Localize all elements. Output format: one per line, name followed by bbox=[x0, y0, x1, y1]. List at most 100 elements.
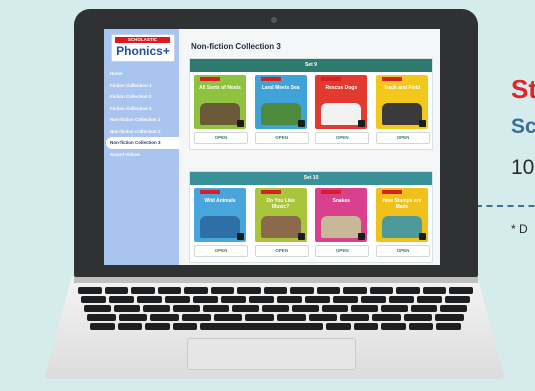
cover-illustration bbox=[200, 103, 240, 125]
book-card: Snakes OPEN bbox=[315, 188, 370, 257]
book-cover[interactable]: Rescue Dogs bbox=[315, 75, 368, 129]
keyboard-row bbox=[78, 287, 473, 294]
sidebar: SCHOLASTIC Phonics+ Home Fiction Collecti… bbox=[104, 29, 179, 265]
book-cover[interactable]: Land Meets Sea bbox=[254, 75, 307, 129]
promo-headline: St bbox=[511, 74, 535, 104]
open-button[interactable]: OPEN bbox=[315, 245, 370, 257]
open-external-icon bbox=[358, 120, 366, 127]
keyboard-key bbox=[131, 287, 155, 294]
brand-tag bbox=[200, 77, 220, 81]
keyboard-key bbox=[245, 314, 275, 321]
keyboard-row bbox=[81, 296, 470, 303]
book-cover[interactable]: Wild Animals bbox=[194, 188, 246, 242]
keyboard-key bbox=[340, 314, 370, 321]
open-external-icon bbox=[418, 120, 426, 127]
keyboard-key bbox=[389, 296, 414, 303]
keyboard-key bbox=[232, 305, 260, 312]
book-row: All Sorts of Nests OPEN Land Meets Sea OPEN… bbox=[194, 75, 430, 144]
brand-tag bbox=[321, 77, 342, 81]
open-button[interactable]: OPEN bbox=[254, 132, 309, 144]
keyboard-key bbox=[113, 305, 141, 312]
keyboard-key bbox=[172, 323, 198, 330]
logo[interactable]: SCHOLASTIC Phonics+ bbox=[111, 34, 175, 62]
keyboard-key bbox=[290, 287, 314, 294]
keyboard-key bbox=[308, 314, 338, 321]
laptop-hinge bbox=[74, 277, 478, 283]
open-button[interactable]: OPEN bbox=[194, 245, 248, 257]
keyboard-key bbox=[440, 305, 467, 312]
sidebar-item[interactable]: Fiction Collection 1 bbox=[104, 80, 179, 92]
promo-count: 10 bbox=[511, 156, 535, 179]
cover-illustration bbox=[321, 216, 362, 238]
sidebar-item[interactable]: Non-fiction Collection 2 bbox=[104, 126, 179, 138]
keyboard-key bbox=[408, 323, 434, 330]
set-panel: Set 9 All Sorts of Nests OPEN Land Meets Se… bbox=[189, 58, 433, 150]
trackpad bbox=[187, 338, 356, 370]
keyboard-key bbox=[396, 287, 420, 294]
keyboard-key bbox=[417, 296, 442, 303]
brand-tag bbox=[381, 77, 402, 81]
keyboard-key bbox=[221, 296, 246, 303]
keyboard-key bbox=[109, 296, 134, 303]
keyboard-key bbox=[118, 314, 148, 321]
keyboard-key bbox=[305, 296, 330, 303]
open-button[interactable]: OPEN bbox=[254, 245, 309, 257]
keyboard-key bbox=[380, 305, 408, 312]
keyboard-key bbox=[381, 323, 406, 330]
open-button[interactable]: OPEN bbox=[315, 132, 370, 144]
keyboard-key bbox=[343, 287, 367, 294]
book-cover[interactable]: All Sorts of Nests bbox=[194, 75, 246, 129]
keyboard-key bbox=[326, 323, 351, 330]
keyboard-key bbox=[81, 296, 106, 303]
book-title: Land Meets Sea bbox=[261, 85, 300, 91]
sidebar-item[interactable]: Non-fiction Collection 1 bbox=[104, 114, 179, 126]
book-title: Track and Field bbox=[383, 85, 421, 91]
book-cover[interactable]: Do You Like Music? bbox=[254, 188, 307, 242]
brand-tag bbox=[260, 190, 281, 194]
sidebar-item[interactable]: Non-fiction Collection 3 bbox=[106, 137, 179, 149]
open-external-icon bbox=[358, 233, 366, 240]
keyboard-key bbox=[150, 314, 180, 321]
keyboard-key bbox=[321, 305, 349, 312]
keyboard-key bbox=[90, 323, 115, 330]
book-row: Wild Animals OPEN Do You Like Music? OPEN Sn… bbox=[194, 188, 430, 257]
keyboard-key bbox=[435, 314, 465, 321]
book-title: Do You Like Music? bbox=[266, 198, 295, 210]
keyboard bbox=[78, 287, 473, 333]
book-cover[interactable]: Snakes bbox=[315, 188, 368, 242]
open-external-icon bbox=[297, 233, 305, 240]
keyboard-key bbox=[145, 323, 170, 330]
book-cover[interactable]: How Stamps are Made bbox=[375, 188, 428, 242]
keyboard-key bbox=[249, 296, 274, 303]
book-cover[interactable]: Track and Field bbox=[375, 75, 428, 129]
page-title: Non-fiction Collection 3 bbox=[191, 42, 281, 51]
keyboard-key bbox=[184, 287, 208, 294]
sidebar-item[interactable]: Sound Videos bbox=[104, 149, 179, 161]
promo-subheadline: Sc bbox=[511, 115, 535, 138]
keyboard-key bbox=[403, 314, 433, 321]
open-button[interactable]: OPEN bbox=[194, 132, 248, 144]
book-card: Rescue Dogs OPEN bbox=[315, 75, 370, 144]
sidebar-item[interactable]: Home bbox=[104, 68, 179, 80]
sidebar-item[interactable]: Fiction Collection 2 bbox=[104, 91, 179, 103]
logo-brand: SCHOLASTIC bbox=[115, 37, 170, 43]
book-card: Track and Field OPEN bbox=[375, 75, 430, 144]
sidebar-nav: Home Fiction Collection 1 Fiction Collecti… bbox=[104, 68, 179, 160]
sidebar-item[interactable]: Fiction Collection 3 bbox=[104, 103, 179, 115]
keyboard-key bbox=[436, 323, 462, 330]
open-button[interactable]: OPEN bbox=[375, 132, 430, 144]
keyboard-key bbox=[237, 287, 261, 294]
open-button[interactable]: OPEN bbox=[375, 245, 430, 257]
webcam-icon bbox=[271, 17, 277, 23]
keyboard-key bbox=[445, 296, 470, 303]
keyboard-key bbox=[84, 305, 111, 312]
keyboard-key bbox=[277, 314, 306, 321]
cover-illustration bbox=[260, 103, 301, 125]
book-title: How Stamps are Made bbox=[382, 198, 422, 210]
cover-illustration bbox=[200, 216, 240, 238]
keyboard-key bbox=[137, 296, 162, 303]
keyboard-key bbox=[372, 314, 401, 321]
keyboard-key bbox=[351, 305, 378, 312]
keyboard-key bbox=[333, 296, 358, 303]
brand-tag bbox=[260, 77, 281, 81]
